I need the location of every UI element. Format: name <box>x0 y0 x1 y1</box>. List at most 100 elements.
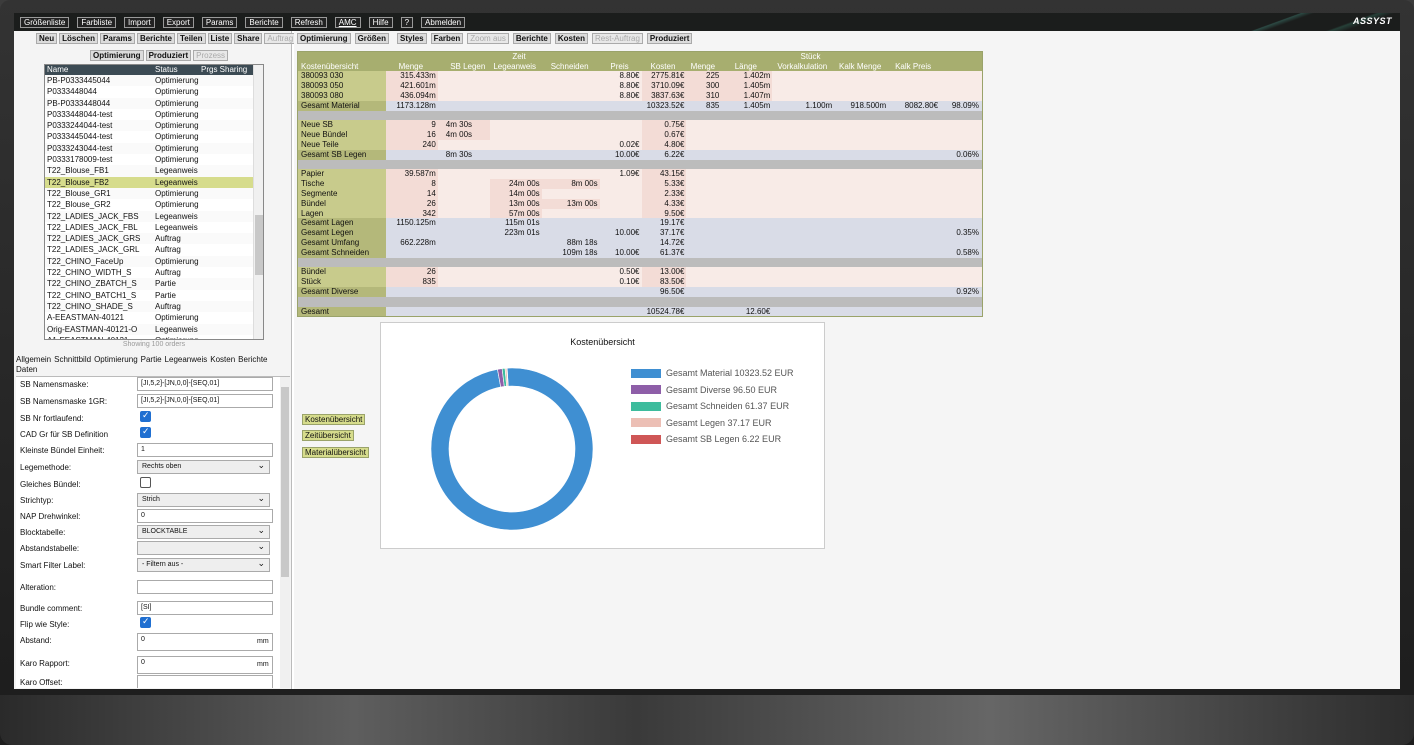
prop-select[interactable]: Rechts oben <box>137 459 270 474</box>
prop-input[interactable]: 1 <box>137 443 273 457</box>
scroll-thumb[interactable] <box>255 215 263 275</box>
delete-button[interactable]: Löschen <box>59 33 99 44</box>
order-row[interactable]: T22_CHINO_FaceUp Optimierung <box>45 255 263 268</box>
sizes-button[interactable]: Größen <box>354 33 390 44</box>
order-row[interactable]: T22_LADIES_JACK_GRL Auftrag <box>45 244 263 255</box>
order-row[interactable]: A-EEASTMAN-40121 Optimierung <box>45 312 263 323</box>
prop-checkbox[interactable] <box>140 616 151 628</box>
order-row[interactable]: P0333178009-test Optimierung <box>45 154 263 165</box>
new-button[interactable]: Neu <box>36 33 58 44</box>
prop-checkbox[interactable] <box>140 426 151 438</box>
prop-select[interactable]: Strich <box>137 492 270 507</box>
order-row[interactable]: T22_CHINO_SHADE_S Auftrag <box>45 300 263 313</box>
styles-button[interactable]: Styles <box>397 33 427 44</box>
order-row[interactable]: T22_CHINO_ZBATCH_S Partie <box>45 278 263 290</box>
cost-overview-button[interactable]: Kostenübersicht <box>302 414 366 425</box>
order-row[interactable]: T22_CHINO_BATCH1_S Partie <box>45 290 263 301</box>
orders-scrollbar[interactable] <box>253 65 263 339</box>
order-row[interactable]: P0333243044-test Optimierung <box>45 142 263 155</box>
share-button[interactable]: Share <box>234 33 263 44</box>
prop-input[interactable]: [JI,5,2]-[JN,0,0]-[SEQ,01] <box>137 377 273 391</box>
filter-optimierung-button[interactable]: Optimierung <box>90 50 144 61</box>
col-sharing-header[interactable]: Prgs Sharing <box>201 65 255 75</box>
rest-order-button[interactable]: Rest-Auftrag <box>591 33 643 44</box>
order-row[interactable]: T22_Blouse_FB1 Legeanweis <box>45 165 263 177</box>
prop-input[interactable]: [SI] <box>137 601 273 615</box>
menu-help-icon[interactable]: ? <box>400 16 414 28</box>
prop-input[interactable] <box>137 580 273 594</box>
prop-input[interactable]: 0 <box>137 656 273 674</box>
produced-button[interactable]: Produziert <box>646 33 693 44</box>
time-overview-button[interactable]: Zeitübersicht <box>302 430 354 441</box>
zoom-out-button[interactable]: Zoom aus <box>467 33 509 44</box>
menu-abmelden[interactable]: Abmelden <box>421 16 466 28</box>
menu-params[interactable]: Params <box>201 16 238 28</box>
tab-optimierung[interactable]: Optimierung <box>94 355 138 364</box>
filter-prozess-button[interactable]: Prozess <box>193 50 229 61</box>
prop-input[interactable] <box>137 675 273 688</box>
order-row[interactable]: T22_LADIES_JACK_FBS Legeanweis <box>45 210 263 222</box>
col-status-header[interactable]: Status <box>155 65 201 75</box>
params-button[interactable]: Params <box>100 33 135 44</box>
filter-produziert-button[interactable]: Produziert <box>145 50 192 61</box>
prop-checkbox[interactable] <box>140 477 151 488</box>
menu-farbliste[interactable]: Farbliste <box>77 16 117 28</box>
donut-slice[interactable] <box>430 367 594 531</box>
menu-refresh[interactable]: Refresh <box>290 16 327 28</box>
reports-button[interactable]: Berichte <box>136 33 175 44</box>
tab-berichte[interactable]: Berichte <box>238 355 267 364</box>
order-row[interactable]: T22_CHINO_WIDTH_S Auftrag <box>45 267 263 278</box>
reports-button-right[interactable]: Berichte <box>512 33 551 44</box>
cost-cell <box>834 130 889 140</box>
order-row[interactable]: T22_Blouse_FB2 Legeanweis <box>45 176 263 188</box>
costs-button[interactable]: Kosten <box>554 33 588 44</box>
prop-checkbox[interactable] <box>140 410 151 422</box>
menu-berichte[interactable]: Berichte <box>245 16 283 28</box>
order-row[interactable]: T22_Blouse_GR2 Optimierung <box>45 199 263 210</box>
tab-allgemein[interactable]: Allgemein <box>16 355 51 364</box>
tab-daten[interactable]: Daten <box>16 365 37 374</box>
menu-amc[interactable]: AMC <box>334 16 361 28</box>
legend-item[interactable]: Gesamt Schneiden 61.37 EUR <box>631 401 789 411</box>
order-button[interactable]: Auftrag <box>264 33 297 44</box>
order-row[interactable]: T22_LADIES_JACK_FBL Legeanweis <box>45 222 263 233</box>
order-row[interactable]: A1-EEASTMAN-40121Optimierung <box>45 335 263 339</box>
optimierung-button[interactable]: Optimierung <box>297 33 351 44</box>
order-row[interactable]: P0333445044-test Optimierung <box>45 131 263 142</box>
order-row[interactable]: T22_LADIES_JACK_GRS Auftrag <box>45 233 263 245</box>
prop-select[interactable] <box>137 540 270 555</box>
order-row[interactable]: PB-P0333445044 Optimierung <box>45 75 263 87</box>
colors-button[interactable]: Farben <box>430 33 464 44</box>
order-row[interactable]: Orig-EASTMAN-40121-O Legeanweis <box>45 323 263 335</box>
prop-input[interactable]: 0 <box>137 633 273 651</box>
list-button[interactable]: Liste <box>207 33 233 44</box>
cost-cell: 10.00€ <box>599 149 642 160</box>
order-row[interactable]: T22_Blouse_GR1 Optimierung <box>45 187 263 200</box>
legend-item[interactable]: Gesamt SB Legen 6.22 EUR <box>631 434 781 444</box>
split-button[interactable]: Teilen <box>176 33 206 44</box>
menu-groessenliste[interactable]: Größenliste <box>20 16 70 28</box>
cost-row: Tische 8 24m 00s 8m 00s 5.33€ <box>298 179 982 189</box>
prop-select[interactable]: - Filtern aus - <box>137 557 270 572</box>
properties-scrollbar[interactable] <box>280 377 290 688</box>
tab-schnittbild[interactable]: Schnittbild <box>54 355 91 364</box>
menu-import[interactable]: Import <box>124 16 155 28</box>
order-row[interactable]: P0333448044 Optimierung <box>45 86 263 97</box>
prop-select[interactable]: BLOCKTABLE <box>137 524 270 539</box>
legend-item[interactable]: Gesamt Legen 37.17 EUR <box>631 418 772 428</box>
col-name-header[interactable]: Name <box>45 65 155 75</box>
legend-item[interactable]: Gesamt Material 10323.52 EUR <box>631 368 794 378</box>
menu-export[interactable]: Export <box>162 16 194 28</box>
scroll-thumb[interactable] <box>281 387 289 577</box>
legend-item[interactable]: Gesamt Diverse 96.50 EUR <box>631 385 777 395</box>
tab-kosten[interactable]: Kosten <box>210 355 235 364</box>
menu-hilfe[interactable]: Hilfe <box>368 16 393 28</box>
tab-partie[interactable]: Partie <box>141 355 162 364</box>
order-row[interactable]: P0333244044-test Optimierung <box>45 120 263 132</box>
prop-input[interactable]: 0 <box>137 509 273 523</box>
order-row[interactable]: P0333448044-test Optimierung <box>45 109 263 120</box>
material-overview-button[interactable]: Materialübersicht <box>302 447 369 458</box>
prop-input[interactable]: [JI,5,2]-[JN,0,0]-[SEQ,01] <box>137 394 273 408</box>
tab-legeanweis[interactable]: Legeanweis <box>165 355 208 364</box>
order-row[interactable]: PB-P0333448044 Optimierung <box>45 97 263 109</box>
